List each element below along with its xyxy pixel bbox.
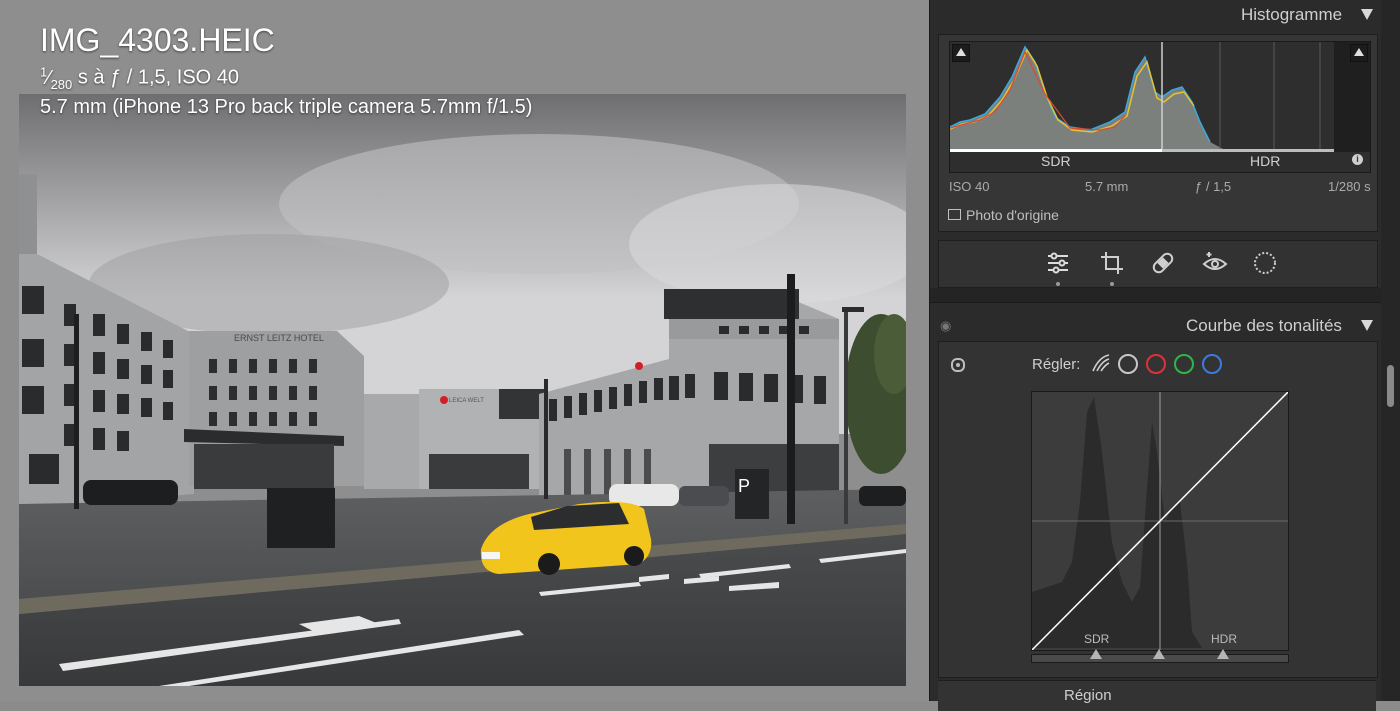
- blue-channel-button[interactable]: [1202, 354, 1222, 374]
- hotel-sign: ERNST LEITZ HOTEL: [234, 333, 324, 343]
- curve-sdr-label: SDR: [1084, 632, 1110, 646]
- visibility-eye-icon[interactable]: ◉: [940, 318, 951, 334]
- exposure-numerator: 1: [40, 64, 48, 79]
- photo-image: ERNST LEITZ HOTEL LEICA WELT P: [19, 94, 906, 686]
- rgb-channel-button[interactable]: [1118, 354, 1138, 374]
- photo-exposure: 1⁄280 s à ƒ / 1,5, ISO 40: [40, 64, 240, 92]
- region-section: Région: [938, 680, 1376, 711]
- photo-viewer: ERNST LEITZ HOTEL LEICA WELT P IMG_4303.…: [0, 0, 929, 701]
- midtones-split-handle[interactable]: [1153, 649, 1165, 659]
- histogram-hdr-label: HDR: [1250, 153, 1281, 169]
- photo-canvas[interactable]: ERNST LEITZ HOTEL LEICA WELT P: [19, 94, 906, 686]
- leica-sign: LEICA WELT: [449, 398, 484, 404]
- exif-shutter: 1/280 s: [1328, 179, 1371, 194]
- curve-hdr-label: HDR: [1211, 632, 1237, 646]
- tone-curve-collapse-icon[interactable]: [1361, 320, 1373, 331]
- green-channel-button[interactable]: [1174, 354, 1194, 374]
- photo-filename: IMG_4303.HEIC: [40, 22, 275, 58]
- adjust-label: Régler:: [1032, 356, 1081, 373]
- original-photo-toggle[interactable]: Photo d'origine: [948, 207, 1059, 223]
- histogram-panel: SDR HDR i ISO 40 5.7 mm ƒ / 1,5 1/280 s …: [938, 34, 1378, 232]
- healing-bandage-icon[interactable]: [1149, 249, 1177, 277]
- parametric-curve-icon[interactable]: [1091, 353, 1111, 373]
- tool-strip: [938, 240, 1378, 288]
- crop-icon[interactable]: [1098, 249, 1126, 277]
- red-eye-icon[interactable]: [1201, 249, 1229, 277]
- tone-curve-title[interactable]: Courbe des tonalités: [1186, 316, 1342, 336]
- highlights-split-handle[interactable]: [1217, 649, 1229, 659]
- modified-indicator-dot: [1110, 282, 1114, 286]
- histogram-title[interactable]: Histogramme: [1241, 5, 1342, 25]
- exposure-denominator: 280: [50, 76, 73, 92]
- parking-sign: P: [738, 476, 750, 496]
- region-label[interactable]: Région: [1064, 687, 1112, 704]
- tone-curve-svg: [1032, 392, 1288, 650]
- histogram-collapse-icon[interactable]: [1361, 9, 1373, 20]
- histogram-sdr-label: SDR: [1041, 153, 1071, 169]
- photo-camera-info: 5.7 mm (iPhone 13 Pro back triple camera…: [40, 96, 533, 118]
- panel-divider: [930, 288, 1382, 303]
- panel-scrollbar[interactable]: [1381, 0, 1400, 701]
- histogram-range-labels: SDR HDR i: [949, 151, 1369, 171]
- red-channel-button[interactable]: [1146, 354, 1166, 374]
- active-indicator-dot: [1056, 282, 1060, 286]
- scrollbar-thumb[interactable]: [1387, 365, 1394, 407]
- shadow-clipping-toggle[interactable]: [952, 44, 970, 62]
- exif-focal-length: 5.7 mm: [1085, 179, 1129, 194]
- original-photo-label: Photo d'origine: [966, 207, 1059, 223]
- exposure-details: s à ƒ / 1,5, ISO 40: [72, 66, 240, 89]
- exif-aperture: ƒ / 1,5: [1195, 179, 1232, 194]
- checkbox-icon[interactable]: [948, 209, 961, 220]
- target-adjust-icon[interactable]: [951, 358, 965, 372]
- masking-icon[interactable]: [1251, 249, 1279, 277]
- shadows-split-handle[interactable]: [1090, 649, 1102, 659]
- highlight-clipping-toggle[interactable]: [1350, 44, 1368, 62]
- edit-sliders-icon[interactable]: [1044, 249, 1072, 277]
- develop-panel: Histogramme SDR HDR i ISO 40 5.7 mm ƒ / …: [929, 0, 1382, 711]
- exif-iso: ISO 40: [949, 179, 990, 194]
- tone-curve-graph[interactable]: SDR HDR: [1031, 391, 1289, 651]
- info-icon[interactable]: i: [1352, 154, 1363, 165]
- tone-curve-panel: Régler: SDR HDR: [938, 341, 1378, 678]
